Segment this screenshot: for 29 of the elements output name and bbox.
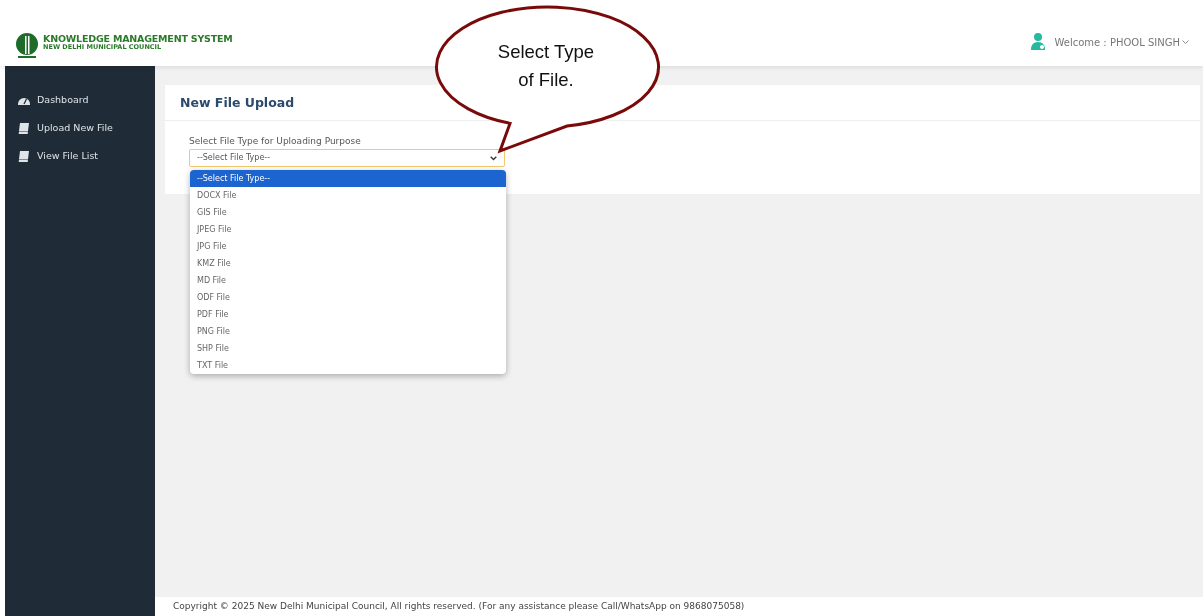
dropdown-option[interactable]: MD File xyxy=(190,272,506,289)
book-icon xyxy=(18,122,30,134)
sidebar-item[interactable]: View File List xyxy=(37,148,99,164)
user-menu[interactable]: Welcome : PHOOL SINGH xyxy=(1054,35,1180,50)
dropdown-option[interactable]: JPEG File xyxy=(190,221,506,238)
footer-text: Copyright © 2025 New Delhi Municipal Council, All rights reserved. (For any assistance please Call/WhatsApp on 9868075058) xyxy=(173,601,745,611)
app-title: KNOWLEDGE MANAGEMENT SYSTEM xyxy=(43,33,233,44)
dropdown-option[interactable]: ODF File xyxy=(190,289,506,306)
logo-icon xyxy=(15,33,39,59)
chevron-icon xyxy=(490,155,497,161)
dropdown-option[interactable]: KMZ File xyxy=(190,255,506,272)
book-icon xyxy=(18,150,30,162)
dropdown-option[interactable]: --Select File Type-- xyxy=(190,170,506,187)
dropdown-option[interactable]: GIS File xyxy=(190,204,506,221)
user-avatar-icon xyxy=(1030,31,1047,50)
dashboard-icon xyxy=(18,95,30,105)
dropdown-option[interactable]: DOCX File xyxy=(190,187,506,204)
dropdown-option[interactable]: SHP File xyxy=(190,340,506,357)
dropdown-option[interactable]: TXT File xyxy=(190,357,506,374)
sidebar-item[interactable]: Upload New File xyxy=(37,120,113,136)
caret-icon[interactable] xyxy=(1182,40,1189,45)
field-label: Select File Type for Uploading Purpose xyxy=(189,137,362,146)
callout-text: Select Type of File. xyxy=(496,40,596,92)
dropdown-option[interactable]: PNG File xyxy=(190,323,506,340)
sidebar-item[interactable]: Dashboard xyxy=(37,92,89,108)
dropdown-option[interactable]: JPG File xyxy=(190,238,506,255)
card-title: New File Upload xyxy=(180,95,295,110)
dropdown-option[interactable]: PDF File xyxy=(190,306,506,323)
file-type-select[interactable]: --Select File Type-- xyxy=(189,149,505,167)
